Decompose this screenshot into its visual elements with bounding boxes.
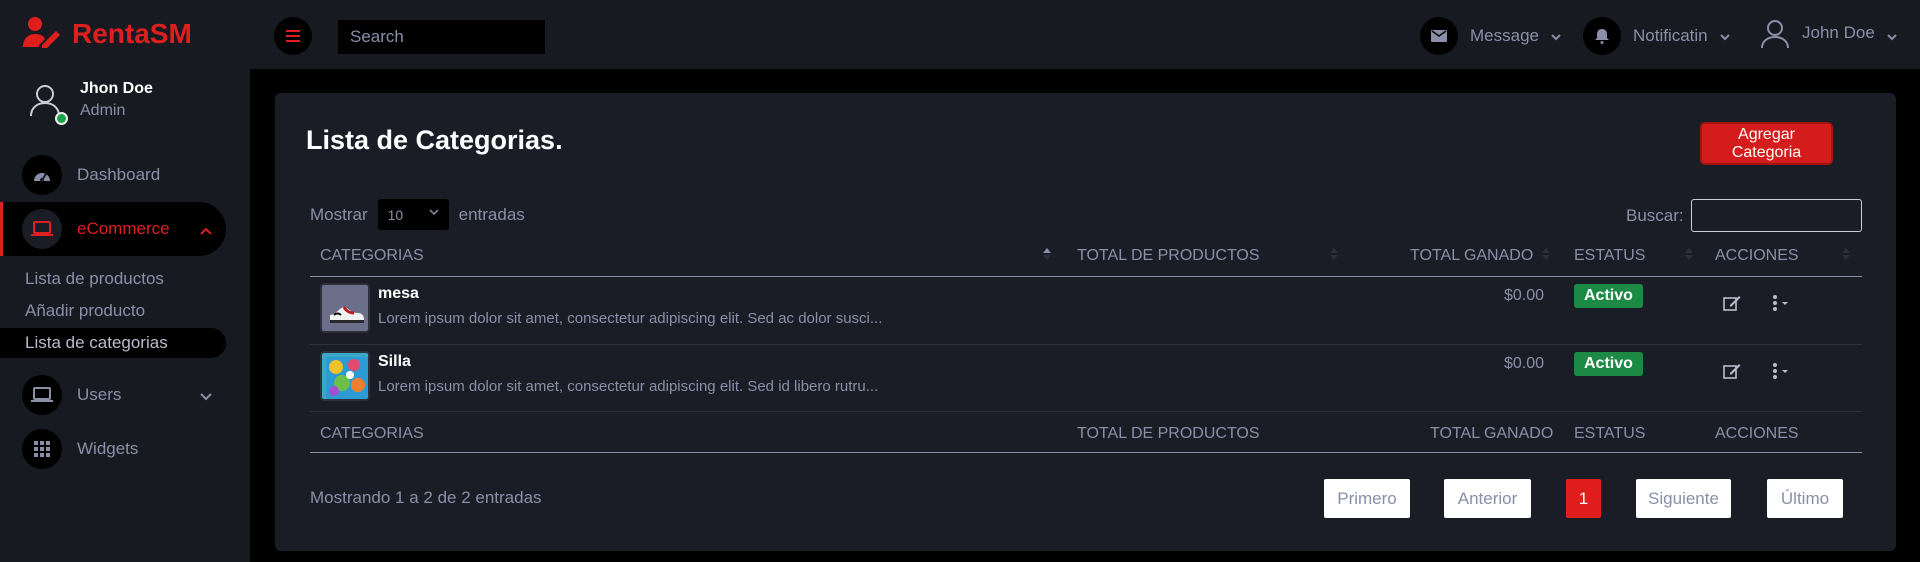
sort-asc-icon — [1043, 247, 1051, 265]
column-footer-actions: ACCIONES — [1715, 425, 1799, 442]
footer-divider — [310, 411, 1862, 412]
brand-name: RentaSM — [72, 18, 192, 49]
table-row[interactable]: Silla Lorem ipsum dolor sit amet, consec… — [310, 344, 1862, 412]
sidebar-item-label: eCommerce — [77, 219, 170, 238]
category-list-card: Lista de Categorias. Agregar Categoria M… — [275, 93, 1896, 551]
pagination-prev-button[interactable]: Anterior — [1444, 479, 1531, 518]
pagination-page-button[interactable]: 1 — [1566, 479, 1601, 518]
column-header-categories[interactable]: CATEGORIAS — [320, 247, 424, 265]
table-filter: Buscar: — [1626, 199, 1862, 232]
total-earned: $0.00 — [1503, 355, 1544, 372]
column-footer-status: ESTATUS — [1574, 425, 1646, 442]
hamburger-icon — [286, 30, 300, 42]
notification-menu[interactable]: Notificatin — [1583, 17, 1730, 55]
sidebar-item-ecommerce[interactable]: eCommerce — [0, 202, 226, 256]
sort-icon — [1842, 247, 1850, 265]
laptop-icon — [22, 375, 62, 415]
user-name: Jhon Doe — [80, 80, 153, 97]
column-header-total-products[interactable]: TOTAL DE PRODUCTOS — [1077, 247, 1260, 265]
more-options-icon[interactable] — [1772, 295, 1792, 316]
page-length-control: Mostrar 10 entradas — [310, 199, 525, 230]
column-footer-total-earned: TOTAL GANADO — [1430, 425, 1554, 442]
category-description: Lorem ipsum dolor sit amet, consectetur … — [378, 310, 883, 327]
category-thumbnail — [320, 351, 370, 401]
status-badge: Activo — [1574, 352, 1643, 376]
envelope-icon — [1420, 17, 1458, 55]
user-icon — [1760, 19, 1790, 54]
edit-icon[interactable] — [1723, 363, 1741, 384]
status-badge: Activo — [1574, 284, 1643, 308]
sort-icon — [1542, 247, 1550, 265]
column-footer-total-products: TOTAL DE PRODUCTOS — [1077, 425, 1260, 442]
sidebar-subitem-category-list[interactable]: Lista de categorias — [0, 328, 226, 358]
notification-label: Notificatin — [1633, 26, 1708, 45]
brand[interactable]: RentaSM — [22, 14, 192, 54]
table-row[interactable]: mesa Lorem ipsum dolor sit amet, consect… — [310, 277, 1862, 345]
chevron-down-icon — [1551, 26, 1561, 46]
user-profile[interactable]: Jhon Doe Admin — [28, 80, 153, 125]
pagination-last-button[interactable]: Último — [1767, 479, 1843, 518]
category-thumbnail — [320, 283, 370, 333]
account-label: John Doe — [1802, 23, 1875, 42]
page-length-value: 10 — [387, 206, 404, 223]
table-info: Mostrando 1 a 2 de 2 entradas — [310, 488, 542, 507]
filter-label: Buscar: — [1626, 205, 1684, 225]
chevron-down-icon — [200, 388, 212, 406]
sidebar-subitem-add-product[interactable]: Añadir producto — [0, 296, 226, 326]
account-menu[interactable]: John Doe — [1760, 17, 1897, 55]
sidebar-item-users[interactable]: Users — [0, 368, 226, 422]
shoe-image — [330, 306, 364, 323]
column-footer-categories: CATEGORIAS — [320, 425, 424, 442]
chevron-down-icon — [1719, 26, 1730, 46]
filter-input[interactable] — [1690, 199, 1862, 232]
menu-toggle-button[interactable] — [274, 17, 312, 55]
page-length-select[interactable]: 10 — [377, 199, 449, 230]
page-title: Lista de Categorias. — [306, 125, 563, 155]
user-edit-logo-icon — [22, 16, 62, 53]
sidebar-subitem-product-list[interactable]: Lista de productos — [0, 264, 226, 294]
grid-icon — [22, 429, 62, 469]
sidebar-item-label: Dashboard — [77, 165, 161, 184]
category-name[interactable]: Silla — [378, 353, 411, 371]
pagination-first-button[interactable]: Primero — [1324, 479, 1410, 518]
online-status-dot — [55, 112, 68, 125]
edit-icon[interactable] — [1723, 295, 1741, 316]
column-header-status[interactable]: ESTATUS — [1574, 247, 1645, 265]
add-category-button[interactable]: Agregar Categoria — [1700, 122, 1833, 165]
footer-bottom-divider — [310, 452, 1862, 453]
sort-icon — [1685, 247, 1693, 265]
total-earned: $0.00 — [1503, 287, 1544, 304]
chevron-down-icon — [429, 209, 439, 216]
avatar — [28, 83, 68, 125]
message-menu[interactable]: Message — [1420, 17, 1561, 55]
chevron-up-icon — [200, 222, 212, 240]
sort-icon — [1330, 247, 1338, 265]
pagination-next-button[interactable]: Siguiente — [1636, 479, 1731, 518]
show-label: Mostrar — [310, 204, 368, 224]
sidebar-item-widgets[interactable]: Widgets — [0, 422, 226, 476]
laptop-icon — [22, 209, 62, 249]
user-icon — [30, 85, 60, 117]
sidebar-item-label: Widgets — [77, 439, 139, 458]
sidebar-item-label: Users — [77, 385, 122, 404]
column-header-actions[interactable]: ACCIONES — [1715, 247, 1799, 265]
chair-image — [326, 357, 368, 399]
entries-label: entradas — [458, 204, 525, 224]
topbar: Message Notificatin John Doe — [250, 0, 1920, 69]
chevron-down-icon — [1887, 26, 1897, 46]
more-options-icon[interactable] — [1772, 363, 1792, 384]
search-input[interactable] — [338, 20, 545, 54]
bell-icon — [1583, 17, 1621, 55]
category-name[interactable]: mesa — [378, 285, 419, 303]
sidebar: RentaSM Jhon Doe Admin Dashboard eCommer… — [0, 0, 250, 562]
dashboard-icon — [22, 155, 62, 195]
column-header-total-earned[interactable]: TOTAL GANADO — [1410, 247, 1533, 265]
user-role: Admin — [80, 102, 126, 119]
sidebar-item-dashboard[interactable]: Dashboard — [0, 148, 226, 202]
category-description: Lorem ipsum dolor sit amet, consectetur … — [378, 378, 879, 395]
message-label: Message — [1470, 26, 1539, 45]
